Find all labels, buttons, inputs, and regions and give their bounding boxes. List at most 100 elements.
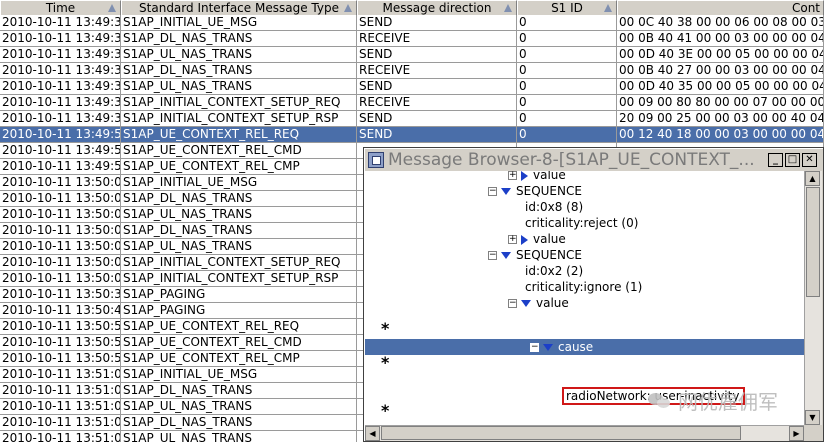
app-window-icon (368, 151, 384, 168)
cell-message-type: S1AP_INITIAL_UE_MSG (121, 175, 357, 191)
sort-icon (604, 4, 612, 12)
cell-time: 2010-10-11 13:50:3... (0, 287, 121, 303)
table-row[interactable]: 2010-10-11 13:49:3... S1AP_INITIAL_CONTEX… (0, 95, 824, 111)
column-header-message-type[interactable]: Standard Interface Message Type (121, 0, 357, 15)
watermark: 网优雇佣军 (648, 385, 778, 415)
table-row[interactable]: 2010-10-11 13:49:3... S1AP_DL_NAS_TRANS RE… (0, 63, 824, 79)
cell-message-type: S1AP_UL_NAS_TRANS (121, 431, 357, 442)
cell-time: 2010-10-11 13:51:0... (0, 399, 121, 415)
expand-toggle-icon[interactable]: + (508, 235, 517, 244)
cell-time: 2010-10-11 13:49:3... (0, 31, 121, 47)
tree-node-value[interactable]: + value (508, 231, 566, 247)
cell-direction: SEND (357, 127, 517, 143)
close-button[interactable]: ✕ (802, 152, 817, 167)
minimize-button[interactable]: _ (768, 152, 783, 167)
cell-direction: RECEIVE (357, 63, 517, 79)
cell-time: 2010-10-11 13:49:3... (0, 95, 121, 111)
collapsed-arrow-icon (521, 234, 528, 245)
table-row[interactable]: 2010-10-11 13:49:3... S1AP_INITIAL_CONTEX… (0, 111, 824, 127)
maximize-button[interactable]: □ (785, 152, 800, 167)
cell-s1-id: 0 (517, 15, 617, 31)
cell-direction: RECEIVE (357, 95, 517, 111)
tree-node-cause[interactable]: − cause (530, 339, 593, 355)
cell-message-type: S1AP_DL_NAS_TRANS (121, 63, 357, 79)
marker-star: * (381, 353, 390, 372)
cell-time: 2010-10-11 13:49:3... (0, 15, 121, 31)
collapse-toggle-icon[interactable]: − (488, 251, 497, 260)
cell-time: 2010-10-11 13:51:0... (0, 367, 121, 383)
table-row-selected[interactable]: 2010-10-11 13:49:5... S1AP_UE_CONTEXT_REL… (0, 127, 824, 143)
table-row[interactable]: 2010-10-11 13:49:3... S1AP_UL_NAS_TRANS SE… (0, 47, 824, 63)
window-titlebar[interactable]: Message Browser-8-[S1AP_UE_CONTEXT_... _… (365, 149, 822, 170)
cell-time: 2010-10-11 13:50:0... (0, 271, 121, 287)
table-row[interactable]: 2010-10-11 13:49:3... S1AP_DL_NAS_TRANS RE… (0, 31, 824, 47)
cell-content: 00 09 00 80 80 00 00 07 00 00 00 04 (617, 95, 824, 111)
collapse-toggle-icon[interactable]: − (530, 343, 539, 352)
cell-time: 2010-10-11 13:49:3... (0, 63, 121, 79)
cell-message-type: S1AP_INITIAL_CONTEXT_SETUP_REQ (121, 95, 357, 111)
cell-time: 2010-10-11 13:50:0... (0, 191, 121, 207)
tree-node-sequence[interactable]: − SEQUENCE (488, 183, 582, 199)
cell-message-type: S1AP_DL_NAS_TRANS (121, 415, 357, 431)
cell-content: 00 12 40 18 00 00 03 00 00 00 04 80 (617, 127, 824, 143)
collapse-toggle-icon[interactable]: − (488, 187, 497, 196)
cell-time: 2010-10-11 13:51:0... (0, 415, 121, 431)
window-title: Message Browser-8-[S1AP_UE_CONTEXT_... (388, 149, 755, 170)
table-header: Time Standard Interface Message Type Mes… (0, 0, 824, 16)
scroll-right-icon[interactable]: ▶ (789, 426, 804, 441)
cell-message-type: S1AP_UE_CONTEXT_REL_CMD (121, 335, 357, 351)
cell-message-type: S1AP_PAGING (121, 287, 357, 303)
tree-node-value[interactable]: + value (508, 171, 566, 183)
tree-node-sequence[interactable]: − SEQUENCE (488, 247, 582, 263)
tree-node-value[interactable]: − value (508, 295, 569, 311)
cell-message-type: S1AP_DL_NAS_TRANS (121, 383, 357, 399)
marker-star: * (381, 401, 390, 420)
cell-time: 2010-10-11 13:50:0... (0, 207, 121, 223)
cell-message-type: S1AP_UL_NAS_TRANS (121, 47, 357, 63)
cell-message-type: S1AP_UE_CONTEXT_REL_REQ (121, 127, 357, 143)
cell-direction: RECEIVE (357, 31, 517, 47)
cell-time: 2010-10-11 13:51:0... (0, 383, 121, 399)
horizontal-scrollbar[interactable]: ◀ ▶ (365, 425, 804, 441)
table-row[interactable]: 2010-10-11 13:49:3... S1AP_UL_NAS_TRANS SE… (0, 79, 824, 95)
cell-message-type: S1AP_UE_CONTEXT_REL_CMP (121, 159, 357, 175)
sort-icon (504, 4, 512, 12)
cell-s1-id: 0 (517, 111, 617, 127)
scroll-left-icon[interactable]: ◀ (365, 426, 380, 441)
column-header-direction[interactable]: Message direction (357, 0, 517, 15)
horizontal-scroll-thumb[interactable] (381, 426, 741, 440)
column-header-time[interactable]: Time (0, 0, 121, 15)
cell-message-type: S1AP_PAGING (121, 303, 357, 319)
table-row[interactable]: 2010-10-11 13:49:3... S1AP_INITIAL_UE_MSG… (0, 15, 824, 31)
cell-content: 20 09 00 25 00 00 03 00 00 40 04 80 (617, 111, 824, 127)
cell-message-type: S1AP_INITIAL_CONTEXT_SETUP_REQ (121, 255, 357, 271)
tree-leaf-id[interactable]: id:0x2 (2) (525, 263, 583, 279)
sort-icon (344, 4, 352, 12)
expanded-arrow-icon (521, 300, 531, 307)
column-header-content[interactable]: Cont (617, 0, 824, 15)
marker-star: * (381, 319, 390, 338)
vertical-scroll-thumb[interactable] (806, 187, 820, 297)
vertical-scrollbar[interactable]: ▲ ▼ (804, 171, 822, 425)
cell-message-type: S1AP_INITIAL_CONTEXT_SETUP_RSP (121, 271, 357, 287)
cell-message-type: S1AP_UL_NAS_TRANS (121, 79, 357, 95)
column-header-s1-id[interactable]: S1 ID (517, 0, 617, 15)
tree-leaf-criticality[interactable]: criticality:ignore (1) (525, 279, 642, 295)
cell-time: 2010-10-11 13:49:3... (0, 47, 121, 63)
tree-leaf-id[interactable]: id:0x8 (8) (525, 199, 583, 215)
expand-toggle-icon[interactable]: + (508, 171, 517, 180)
tree-leaf-criticality[interactable]: criticality:reject (0) (525, 215, 638, 231)
cell-time: 2010-10-11 13:50:0... (0, 223, 121, 239)
scroll-down-icon[interactable]: ▼ (805, 410, 820, 425)
cell-content: 00 0B 40 27 00 00 03 00 00 00 04 80 (617, 63, 824, 79)
cell-message-type: S1AP_UL_NAS_TRANS (121, 207, 357, 223)
collapse-toggle-icon[interactable]: − (508, 299, 517, 308)
cell-direction: SEND (357, 47, 517, 63)
scroll-up-icon[interactable]: ▲ (805, 171, 820, 186)
cell-time: 2010-10-11 13:50:5... (0, 351, 121, 367)
cell-direction: SEND (357, 15, 517, 31)
cell-message-type: S1AP_DL_NAS_TRANS (121, 191, 357, 207)
cell-time: 2010-10-11 13:50:5... (0, 335, 121, 351)
cell-message-type: S1AP_INITIAL_UE_MSG (121, 367, 357, 383)
cell-time: 2010-10-11 13:50:0... (0, 255, 121, 271)
